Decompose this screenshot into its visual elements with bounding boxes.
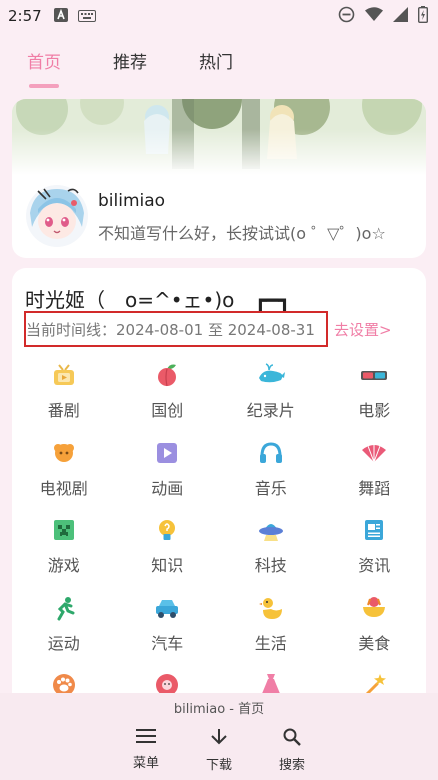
app-a-icon [53,7,68,26]
battery-icon [417,5,429,27]
keyboard-icon [77,7,96,26]
profile-banner [12,99,426,175]
profile-card[interactable]: bilimiao 不知道写什么好，长按试试(o ゜▽゜)o☆ [12,99,426,258]
category-item[interactable]: 知识 [116,515,220,593]
username: bilimiao [98,191,166,211]
category-label: 舞蹈 [358,478,391,498]
do-not-disturb-icon [338,6,355,27]
signal-icon [393,6,408,26]
category-label: 动画 [151,478,184,498]
3d-glasses-icon [360,362,388,388]
category-label: 科技 [254,556,287,575]
duck-icon [258,595,284,621]
category-item[interactable]: 电影 [323,360,427,438]
category-item[interactable]: 音乐 [219,438,323,516]
category-label: 知识 [151,556,184,575]
nav-label-search: 搜索 [278,758,305,773]
category-item[interactable]: 科技 [219,515,323,593]
download-icon [210,728,228,750]
avatar[interactable] [24,183,90,249]
time-machine-card: 时光姬（ o=^•ェ•)o ┏━┓ 当前时间线：2024-08-01 至 202… [12,268,426,708]
top-tabs: 首页 推荐 热门 [0,32,438,88]
category-label: 电影 [358,401,391,420]
creeper-icon [51,517,77,543]
category-item[interactable]: 美食 [323,593,427,671]
tv-icon [51,362,77,388]
category-label: 电视剧 [39,478,88,498]
timeline-setting-link[interactable]: 去设置> [334,319,392,340]
category-label: 番剧 [47,401,80,420]
category-item[interactable]: 运动 [12,593,116,671]
category-label: 生活 [254,633,287,653]
status-time: 2:57 [8,7,42,25]
play-icon [154,440,180,466]
tab-recommend[interactable]: 推荐 [113,32,147,88]
wifi-icon [365,6,383,26]
category-label: 纪录片 [246,401,295,420]
category-item[interactable]: 国创 [116,360,220,438]
category-label: 资讯 [358,556,391,575]
tab-home[interactable]: 首页 [27,32,61,88]
category-item[interactable]: 生活 [219,593,323,671]
lightbulb-icon [154,517,180,543]
tv-series-icon [51,440,77,466]
category-item[interactable]: 汽车 [116,593,220,671]
peach-icon [154,362,180,388]
headphones-icon [258,440,284,466]
category-item[interactable]: 动画 [116,438,220,516]
whale-icon [257,362,285,388]
search-icon [283,728,301,750]
fan-icon [360,440,388,466]
category-label: 运动 [47,633,80,653]
search-button[interactable]: 搜索 [262,728,322,773]
bottom-caption: bilimiao - 首页 [173,702,265,717]
category-grid: 番剧 国创 纪录片 电影 电视剧 动画 音乐 舞蹈 游戏 知识 科技 资讯 运动… [12,360,426,708]
category-item[interactable]: 纪录片 [219,360,323,438]
nav-label-menu: 菜单 [132,756,159,771]
menu-icon [136,728,156,748]
bottom-nav: bilimiao - 首页 菜单 下载 搜索 [0,693,438,780]
category-item[interactable]: 番剧 [12,360,116,438]
download-button[interactable]: 下载 [189,728,249,773]
category-item[interactable]: 游戏 [12,515,116,593]
timeline-text: 当前时间线：2024-08-01 至 2024-08-31 [26,321,315,339]
food-icon [360,595,388,621]
nav-label-download: 下载 [205,758,232,773]
menu-button[interactable]: 菜单 [116,728,176,771]
category-label: 汽车 [151,633,184,653]
status-bar: 2:57 [0,0,438,32]
runner-icon [51,595,77,621]
category-label: 国创 [151,401,184,420]
ufo-icon [257,517,285,543]
category-item[interactable]: 电视剧 [12,438,116,516]
car-icon [153,595,181,621]
category-item[interactable]: 资讯 [323,515,427,593]
news-icon [361,517,387,543]
category-label: 美食 [358,633,391,653]
signature: 不知道写什么好，长按试试(o ゜▽゜)o☆ [98,224,386,243]
category-item[interactable]: 舞蹈 [323,438,427,516]
category-label: 音乐 [254,478,287,498]
tab-popular[interactable]: 热门 [199,32,233,88]
category-label: 游戏 [47,556,80,575]
card-title: 时光姬（ o=^•ェ•)o ┏━┓ [25,288,291,312]
